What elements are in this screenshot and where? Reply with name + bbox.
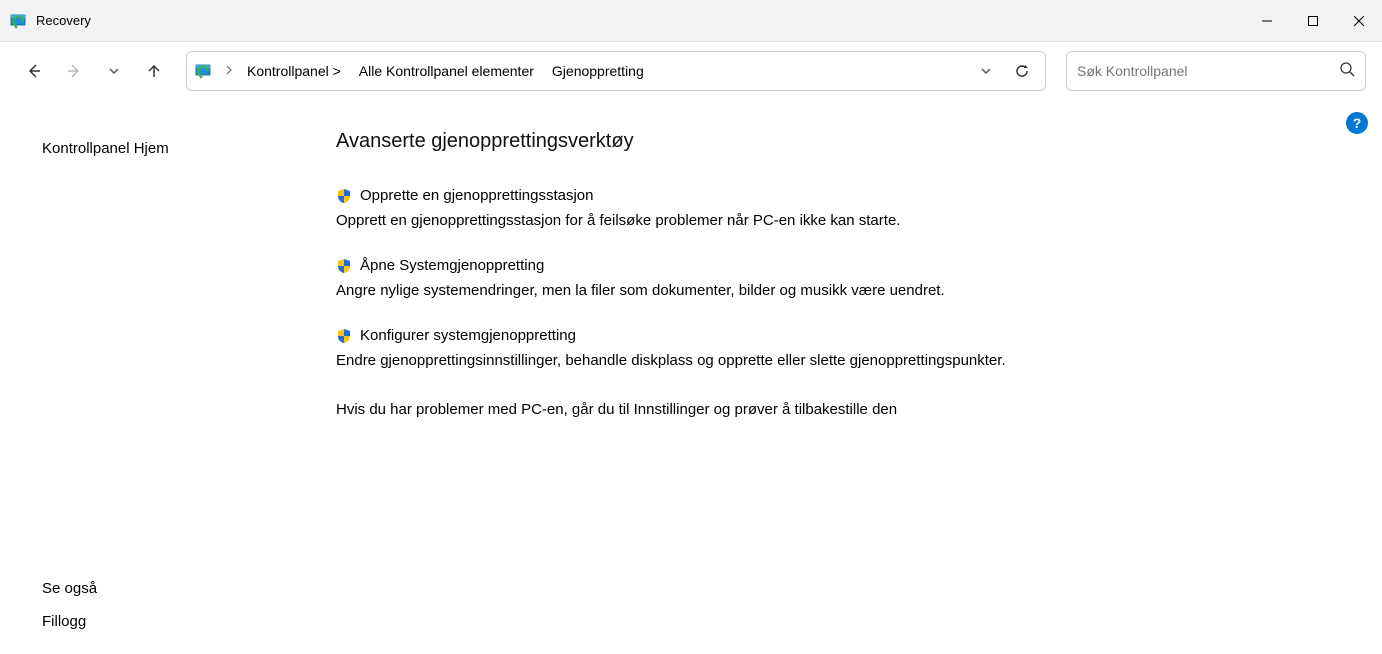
breadcrumb-all-items[interactable]: Alle Kontrollpanel elementer xyxy=(353,59,540,83)
breadcrumb-control-panel[interactable]: Kontrollpanel > xyxy=(241,59,347,83)
search-icon[interactable] xyxy=(1339,61,1355,82)
titlebar: Recovery xyxy=(0,0,1382,42)
option-configure-system-restore: Konfigurer systemgjenoppretting Endre gj… xyxy=(336,327,1236,371)
minimize-button[interactable] xyxy=(1244,0,1290,42)
option-open-system-restore: Åpne Systemgjenoppretting Angre nylige s… xyxy=(336,257,1236,301)
maximize-button[interactable] xyxy=(1290,0,1336,42)
footer-hint-text: Hvis du har problemer med PC-en, går du … xyxy=(336,401,1342,418)
shield-icon xyxy=(336,188,352,204)
forward-button[interactable] xyxy=(56,53,92,89)
search-input[interactable] xyxy=(1077,63,1339,79)
shield-icon xyxy=(336,328,352,344)
recovery-app-icon xyxy=(10,12,28,30)
back-button[interactable] xyxy=(16,53,52,89)
option-desc: Opprett en gjenopprettingsstasjon for å … xyxy=(336,210,1236,231)
content-area: ? Avanserte gjenopprettingsverktøy Oppre… xyxy=(300,100,1382,654)
sidebar: Kontrollpanel Hjem Se også Fillogg xyxy=(0,100,300,654)
window-title: Recovery xyxy=(36,13,91,28)
see-also-heading: Se også xyxy=(42,580,300,597)
option-desc: Endre gjenopprettingsinnstillinger, beha… xyxy=(336,350,1236,371)
breadcrumb-recovery[interactable]: Gjenoppretting xyxy=(546,59,650,83)
toolbar: Kontrollpanel > Alle Kontrollpanel eleme… xyxy=(0,42,1382,100)
search-box[interactable] xyxy=(1066,51,1366,91)
address-dropdown-button[interactable] xyxy=(971,56,1001,86)
close-button[interactable] xyxy=(1336,0,1382,42)
help-button[interactable]: ? xyxy=(1346,112,1368,134)
option-desc: Angre nylige systemendringer, men la fil… xyxy=(336,280,1236,301)
chevron-right-icon[interactable] xyxy=(223,65,235,78)
up-button[interactable] xyxy=(136,53,172,89)
body: Kontrollpanel Hjem Se også Fillogg ? Ava… xyxy=(0,100,1382,654)
option-create-recovery-drive: Opprette en gjenopprettingsstasjon Oppre… xyxy=(336,187,1236,231)
recovery-path-icon xyxy=(195,62,213,80)
sidebar-home-link[interactable]: Kontrollpanel Hjem xyxy=(42,136,300,161)
shield-icon xyxy=(336,258,352,274)
option-link-create-recovery-drive[interactable]: Opprette en gjenopprettingsstasjon xyxy=(360,187,594,204)
address-bar[interactable]: Kontrollpanel > Alle Kontrollpanel eleme… xyxy=(186,51,1046,91)
page-heading: Avanserte gjenopprettingsverktøy xyxy=(336,130,1342,153)
option-link-configure-system-restore[interactable]: Konfigurer systemgjenoppretting xyxy=(360,327,576,344)
option-link-open-system-restore[interactable]: Åpne Systemgjenoppretting xyxy=(360,257,544,274)
help-icon: ? xyxy=(1353,115,1362,131)
see-also-file-history-link[interactable]: Fillogg xyxy=(42,609,300,634)
recent-locations-button[interactable] xyxy=(96,53,132,89)
refresh-button[interactable] xyxy=(1007,56,1037,86)
